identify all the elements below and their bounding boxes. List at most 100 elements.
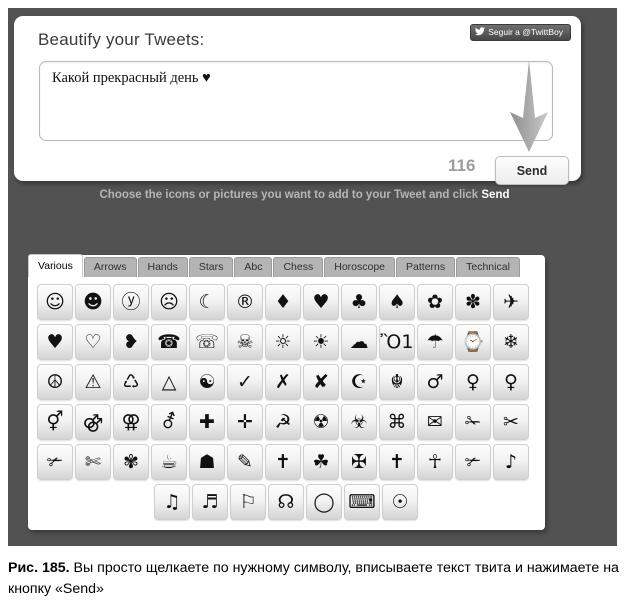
heavy-greek-cross-icon[interactable]: ✚ [189, 404, 225, 440]
white-heart-icon[interactable]: ♡ [75, 324, 111, 360]
syringe-icon[interactable]: ✝ [265, 444, 301, 480]
tweet-textarea-value: Какой прекрасный день ♥ [52, 70, 211, 86]
tab-patterns[interactable]: Patterns [396, 257, 456, 277]
warning-sign-icon[interactable]: ⚠ [75, 364, 111, 400]
tab-hands[interactable]: Hands [137, 257, 188, 277]
icon-picker-panel: Various Arrows Hands Stars Abc Chess Horoscope… [28, 254, 545, 530]
tweet-textarea[interactable]: Какой прекрасный день ♥ [39, 61, 553, 141]
latin-cross-icon[interactable]: ✝ [379, 444, 415, 480]
large-circle-icon[interactable]: ◯ [306, 484, 342, 520]
male-with-stroke-sign-icon[interactable]: ⚦ [151, 404, 187, 440]
umbrella-icon[interactable]: ☂ [417, 324, 453, 360]
white-telephone-icon[interactable]: ☏ [189, 324, 225, 360]
black-club-suit-icon[interactable]: ♣ [341, 284, 377, 320]
hot-beverage-icon[interactable]: ☕ [151, 444, 187, 480]
pencil-icon[interactable]: ✎ [227, 444, 263, 480]
black-cloud-icon[interactable]: ☁ [341, 324, 377, 360]
maltese-cross-icon[interactable]: ✠ [341, 444, 377, 480]
doubled-female-sign-icon[interactable]: ⚢ [113, 404, 149, 440]
male-and-female-sign-icon[interactable]: ⚥ [37, 404, 73, 440]
black-florette-icon[interactable]: ✽ [455, 284, 491, 320]
ascending-node-icon[interactable]: ☊ [268, 484, 304, 520]
white-sun-with-rays-icon[interactable]: ☼ [265, 324, 301, 360]
icon-grid-row: ☮ ⚠ ♺ △ ☯ ✓ ✗ ✘ ☪ ☬ ♂ ♀ ♀ [36, 363, 536, 401]
peace-symbol-icon[interactable]: ☮ [37, 364, 73, 400]
airplane-icon[interactable]: ✈ [493, 284, 529, 320]
black-scissors-icon[interactable]: ✂ [493, 404, 529, 440]
eighth-note-icon[interactable]: ♪ [493, 444, 529, 480]
lower-blade-scissors-alt-icon[interactable]: ✃ [455, 444, 491, 480]
black-telephone-icon[interactable]: ☎ [151, 324, 187, 360]
tab-horoscope[interactable]: Horoscope [324, 257, 396, 277]
tab-arrows[interactable]: Arrows [83, 257, 137, 277]
khanda-icon[interactable]: ☬ [379, 364, 415, 400]
watch-icon[interactable]: ⌚ [455, 324, 491, 360]
white-flag-icon[interactable]: ⚐ [230, 484, 266, 520]
page-title: Beautify your Tweets: [38, 30, 205, 49]
female-sign-icon[interactable]: ♀ [455, 364, 491, 400]
black-spade-suit-icon[interactable]: ♠ [379, 284, 415, 320]
last-quarter-moon-icon[interactable]: ☾ [189, 284, 225, 320]
character-counter: 116 [448, 156, 476, 175]
tab-stars[interactable]: Stars [188, 257, 234, 277]
recycling-symbol-icon[interactable]: ♺ [113, 364, 149, 400]
envelope-icon[interactable]: ✉ [417, 404, 453, 440]
black-smiling-face-icon[interactable]: ☻ [75, 284, 111, 320]
hammer-and-sickle-icon[interactable]: ☭ [265, 404, 301, 440]
male-sign-icon[interactable]: ♂ [417, 364, 453, 400]
flower-icon[interactable]: ✿ [417, 284, 453, 320]
black-heart-suit-icon[interactable]: ♥ [303, 284, 339, 320]
heavy-ballot-x-icon[interactable]: ✘ [303, 364, 339, 400]
registered-sign-icon[interactable]: ® [227, 284, 263, 320]
place-of-interest-sign-icon[interactable]: ⌘ [379, 404, 415, 440]
ankh-icon[interactable]: ♀ [493, 364, 529, 400]
twitter-follow-button[interactable]: Seguir a @TwittBoy [470, 24, 571, 41]
beamed-eighth-notes-icon[interactable]: ♫ [154, 484, 190, 520]
rotated-heart-bullet-icon[interactable]: ❥ [113, 324, 149, 360]
circled-y-smiley-icon[interactable]: ⓨ [113, 284, 149, 320]
black-sun-with-rays-icon[interactable]: ☀ [303, 324, 339, 360]
beamed-sixteenth-notes-icon[interactable]: ♬ [192, 484, 228, 520]
snowflake-icon[interactable]: ❄ [493, 324, 529, 360]
dark-shade-pile-icon[interactable]: ☗ [189, 444, 225, 480]
shamrock-icon[interactable]: ☘ [303, 444, 339, 480]
biohazard-sign-icon[interactable]: ☣ [341, 404, 377, 440]
tab-various[interactable]: Various [28, 254, 83, 277]
frowning-face-icon[interactable]: ☹ [151, 284, 187, 320]
picker-tab-bar: Various Arrows Hands Stars Abc Chess Horoscope… [28, 254, 521, 277]
down-arrow-icon [502, 60, 558, 152]
instruction-prefix: Choose the icons or pictures you want to… [99, 189, 482, 201]
check-mark-icon[interactable]: ✓ [227, 364, 263, 400]
tab-abc[interactable]: Abc [234, 257, 273, 277]
radioactive-sign-icon[interactable]: ☢ [303, 404, 339, 440]
light-bulb-icon[interactable]: Ὂ1 [379, 324, 415, 360]
sun-icon[interactable]: ☉ [382, 484, 418, 520]
black-heart-icon[interactable]: ♥ [37, 324, 73, 360]
icon-grid-row: ⚥ ⚣ ⚢ ⚦ ✚ ✛ ☭ ☢ ☣ ⌘ ✉ ✁ ✂ [36, 403, 536, 441]
keyboard-icon[interactable]: ⌨ [344, 484, 380, 520]
figure-number: Рис. 185. [8, 560, 70, 576]
instruction-text: Choose the icons or pictures you want to… [0, 189, 609, 201]
open-centre-cross-icon[interactable]: ✛ [227, 404, 263, 440]
twitter-follow-label: Seguir a @TwittBoy [488, 27, 563, 37]
skull-and-crossbones-icon[interactable]: ☠ [227, 324, 263, 360]
tweet-composer-card: Beautify your Tweets: Seguir a @TwittBoy… [14, 16, 581, 185]
black-diamond-suit-icon[interactable]: ♦ [265, 284, 301, 320]
tab-technical[interactable]: Technical [456, 257, 520, 277]
icon-grid-row: ♫ ♬ ⚐ ☊ ◯ ⌨ ☉ [36, 483, 536, 521]
white-smiling-face-icon[interactable]: ☺ [37, 284, 73, 320]
icon-grid-row: ♥ ♡ ❥ ☎ ☏ ☠ ☼ ☀ ☁ Ὂ1 ☂ ⌚ ❄ [36, 323, 536, 361]
upper-blade-scissors-icon[interactable]: ✁ [455, 404, 491, 440]
instruction-emphasis: Send [481, 189, 510, 201]
star-and-crescent-icon[interactable]: ☪ [341, 364, 377, 400]
white-triangle-icon[interactable]: △ [151, 364, 187, 400]
tab-chess[interactable]: Chess [273, 257, 324, 277]
ankh-cross-icon[interactable]: ☥ [417, 444, 453, 480]
eight-petalled-florette-icon[interactable]: ✾ [113, 444, 149, 480]
lower-blade-scissors-icon[interactable]: ✃ [37, 444, 73, 480]
doubled-male-sign-icon[interactable]: ⚣ [75, 404, 111, 440]
send-button[interactable]: Send [495, 156, 569, 185]
ballot-x-icon[interactable]: ✗ [265, 364, 301, 400]
white-scissors-icon[interactable]: ✄ [75, 444, 111, 480]
yin-yang-icon[interactable]: ☯ [189, 364, 225, 400]
